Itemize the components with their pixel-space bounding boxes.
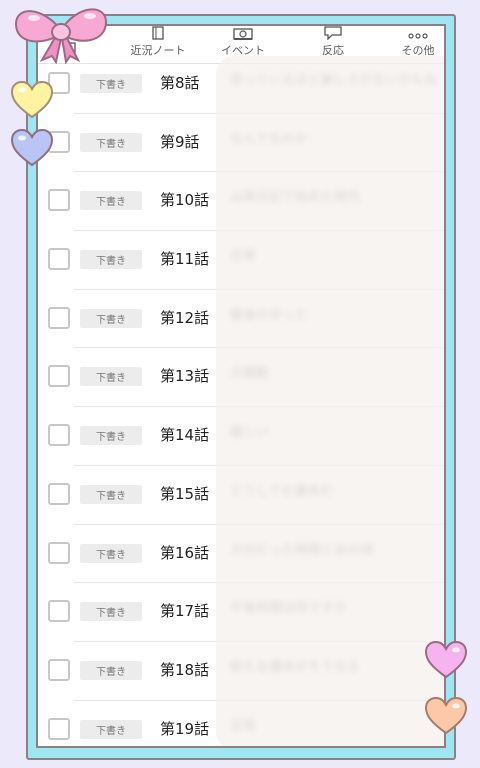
- episode-number[interactable]: 第16話: [160, 542, 209, 563]
- episode-checkbox[interactable]: [48, 541, 70, 564]
- draft-status-badge: 下書き: [80, 543, 142, 563]
- episode-number[interactable]: 第9話: [160, 131, 200, 152]
- episode-checkbox[interactable]: [48, 658, 70, 681]
- dots-icon: [407, 26, 429, 40]
- draft-status-badge: 下書き: [80, 308, 142, 328]
- episode-number[interactable]: 第12話: [160, 307, 209, 328]
- app-screen: 近況ノート イベント 反応 その他 下書き第8話思っているほど楽しさがないかもね…: [36, 24, 446, 748]
- episode-checkbox[interactable]: [48, 189, 70, 212]
- episode-number[interactable]: 第8話: [160, 72, 200, 93]
- yellow-heart-icon: [10, 80, 54, 119]
- draft-status-badge: 下書き: [80, 602, 142, 622]
- draft-status-badge: 下書き: [80, 719, 142, 739]
- photo-icon: [233, 26, 253, 40]
- episode-number[interactable]: 第13話: [160, 365, 209, 386]
- draft-status-badge: 下書き: [80, 191, 142, 211]
- episode-number[interactable]: 第19話: [160, 718, 209, 739]
- episode-checkbox[interactable]: [48, 600, 70, 623]
- episode-checkbox[interactable]: [48, 365, 70, 388]
- ribbon-bow-icon: [14, 8, 108, 64]
- peach-heart-icon: [424, 696, 468, 735]
- blue-heart-icon: [10, 128, 54, 167]
- notebook-icon: [150, 26, 166, 40]
- draft-status-badge: 下書き: [80, 484, 142, 504]
- blurred-overlay: [216, 56, 444, 746]
- episode-checkbox[interactable]: [48, 424, 70, 447]
- draft-status-badge: 下書き: [80, 426, 142, 446]
- draft-status-badge: 下書き: [80, 74, 142, 93]
- episode-checkbox[interactable]: [48, 482, 70, 505]
- episode-number[interactable]: 第17話: [160, 600, 209, 621]
- speech-bubble-icon: [323, 26, 343, 40]
- draft-status-badge: 下書き: [80, 660, 142, 680]
- episode-number[interactable]: 第15話: [160, 483, 209, 504]
- episode-number[interactable]: 第14話: [160, 424, 209, 445]
- episode-number[interactable]: 第18話: [160, 659, 209, 680]
- pink-heart-icon: [424, 640, 468, 679]
- draft-status-badge: 下書き: [80, 132, 142, 152]
- episode-number[interactable]: 第10話: [160, 189, 209, 210]
- episode-checkbox[interactable]: [48, 248, 70, 271]
- episode-number[interactable]: 第11話: [160, 248, 209, 269]
- episode-checkbox[interactable]: [48, 717, 70, 740]
- draft-status-badge: 下書き: [80, 367, 142, 387]
- episode-checkbox[interactable]: [48, 306, 70, 329]
- draft-status-badge: 下書き: [80, 250, 142, 270]
